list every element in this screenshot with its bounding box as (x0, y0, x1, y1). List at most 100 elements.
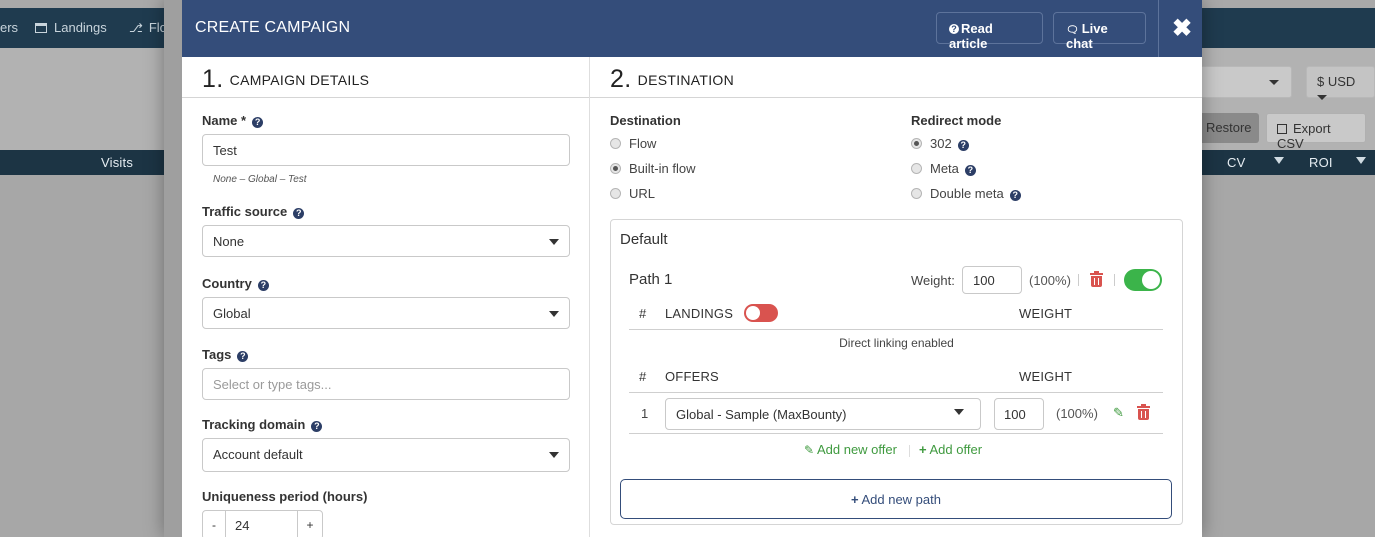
radio-meta[interactable]: Meta? (911, 161, 976, 176)
help-icon[interactable]: ? (257, 280, 269, 291)
plus-icon: + (850, 492, 859, 507)
chevron-down-icon (549, 239, 559, 245)
radio-dot-selected (610, 163, 621, 174)
radio-built-in-flow-label: Built-in flow (629, 161, 696, 176)
floppy-icon (1277, 124, 1287, 134)
nav-item-landings-label: Landings (54, 20, 107, 35)
step-title: CAMPAIGN DETAILS (229, 72, 370, 88)
landings-header: LANDINGS (665, 306, 734, 321)
toggle-knob (1142, 271, 1160, 289)
offer-select-value: Global - Sample (MaxBounty) (676, 407, 847, 422)
decrement-button[interactable]: - (203, 511, 226, 537)
add-new-path-button[interactable]: + Add new path (620, 479, 1172, 519)
radio-meta-label: Meta (930, 161, 959, 176)
modal-header: CREATE CAMPAIGN ? Read article 🗨︎ Live cha… (182, 0, 1202, 57)
radio-302[interactable]: 302? (911, 136, 969, 151)
tracking-domain-value: Account default (213, 447, 303, 462)
destination-column: 2. DESTINATION Destination Flow Built-in… (590, 57, 1202, 537)
help-icon[interactable]: ? (293, 208, 305, 219)
radio-dot (911, 163, 922, 174)
destination-heading: 2. DESTINATION (590, 57, 1202, 98)
pencil-icon[interactable]: ✎ (1113, 405, 1124, 421)
name-hint: None – Global – Test (213, 174, 307, 185)
country-select[interactable]: Global (202, 297, 570, 329)
step-title: DESTINATION (637, 72, 735, 88)
modal-left-edge (164, 0, 182, 537)
path-name: Path 1 (629, 271, 673, 288)
radio-url[interactable]: URL (610, 186, 655, 201)
offers-header: OFFERS (665, 369, 719, 384)
offer-index: 1 (641, 406, 649, 421)
uniqueness-label: Uniqueness period (hours) (202, 489, 368, 504)
help-icon[interactable]: ? (1009, 190, 1021, 201)
divider (629, 329, 1163, 330)
increment-button[interactable]: + (297, 511, 322, 537)
help-icon[interactable]: ? (237, 351, 249, 362)
path-weight-input[interactable]: 100 (962, 266, 1022, 294)
destination-label: Destination (610, 113, 681, 128)
direct-linking-text: Direct linking enabled (839, 336, 954, 350)
help-icon[interactable]: ? (964, 165, 976, 176)
add-offer-label: Add offer (929, 442, 983, 457)
landings-weight-header: WEIGHT (1019, 306, 1073, 321)
default-path-panel: Default Path 1 Weight: 100 (100%) # LAND… (610, 219, 1183, 525)
offer-select[interactable]: Global - Sample (MaxBounty) (665, 398, 981, 430)
radio-double-meta[interactable]: Double meta? (911, 186, 1021, 201)
separator (1078, 274, 1079, 286)
name-label: Name *? (202, 113, 264, 128)
traffic-source-label: Traffic source? (202, 204, 305, 219)
radio-dot-selected (911, 138, 922, 149)
export-csv-button[interactable]: Export CSV (1266, 113, 1366, 151)
offer-weight-percent: (100%) (1056, 406, 1098, 421)
column-cv[interactable]: CV (1227, 155, 1245, 170)
add-new-path-label: Add new path (861, 492, 941, 507)
add-offer-link[interactable]: + Add offer (919, 442, 982, 457)
nav-item-landings[interactable]: Landings (35, 20, 107, 35)
column-visits[interactable]: Visits (101, 155, 133, 170)
add-new-offer-link[interactable]: ✎ Add new offer (804, 442, 897, 457)
live-chat-button[interactable]: 🗨︎ Live chat (1053, 12, 1146, 51)
radio-double-meta-label: Double meta (930, 186, 1004, 201)
help-icon[interactable]: ? (252, 117, 264, 128)
divider (629, 433, 1163, 434)
radio-dot (911, 188, 922, 199)
radio-url-label: URL (629, 186, 656, 201)
separator (1114, 274, 1115, 286)
country-label-text: Country (202, 276, 252, 291)
landings-toggle[interactable] (744, 304, 778, 322)
path-enabled-toggle[interactable] (1124, 269, 1162, 291)
landings-icon (35, 23, 47, 33)
plus-icon: + (919, 442, 927, 457)
name-input[interactable]: Test (202, 134, 570, 166)
uniqueness-input[interactable]: 24 (226, 511, 299, 537)
question-icon: ? (949, 24, 959, 34)
filter-icon[interactable] (1356, 157, 1366, 164)
currency-select[interactable]: $ USD (1306, 66, 1375, 101)
tags-input[interactable]: Select or type tags... (202, 368, 570, 400)
filter-icon[interactable] (1274, 157, 1284, 164)
chevron-down-icon (954, 409, 964, 415)
radio-built-in-flow[interactable]: Built-in flow (610, 161, 695, 176)
tracking-domain-select[interactable]: Account default (202, 438, 570, 472)
step-number: 2. (610, 65, 632, 93)
trash-icon[interactable] (1090, 271, 1103, 287)
help-icon[interactable]: ? (311, 421, 323, 432)
restore-button[interactable]: Restore (1196, 113, 1259, 143)
chevron-down-icon (1269, 80, 1279, 85)
help-icon[interactable]: ? (957, 140, 969, 151)
pencil-icon: ✎ (804, 443, 815, 457)
create-campaign-modal: CREATE CAMPAIGN ? Read article 🗨︎ Live cha… (164, 0, 1202, 537)
column-roi[interactable]: ROI (1309, 155, 1333, 170)
offer-weight-input[interactable]: 100 (994, 398, 1044, 430)
trash-icon[interactable] (1137, 404, 1150, 420)
country-value: Global (213, 306, 251, 321)
traffic-source-label-text: Traffic source (202, 204, 288, 219)
radio-flow[interactable]: Flow (610, 136, 656, 151)
currency-select-value: $ USD (1317, 74, 1356, 89)
traffic-source-select[interactable]: None (202, 225, 570, 257)
nav-item-offers[interactable]: ers (0, 20, 18, 35)
read-article-button[interactable]: ? Read article (936, 12, 1043, 51)
header-divider (1158, 0, 1159, 57)
close-icon[interactable]: ✖ (1172, 14, 1192, 43)
background-select[interactable] (1190, 66, 1292, 98)
